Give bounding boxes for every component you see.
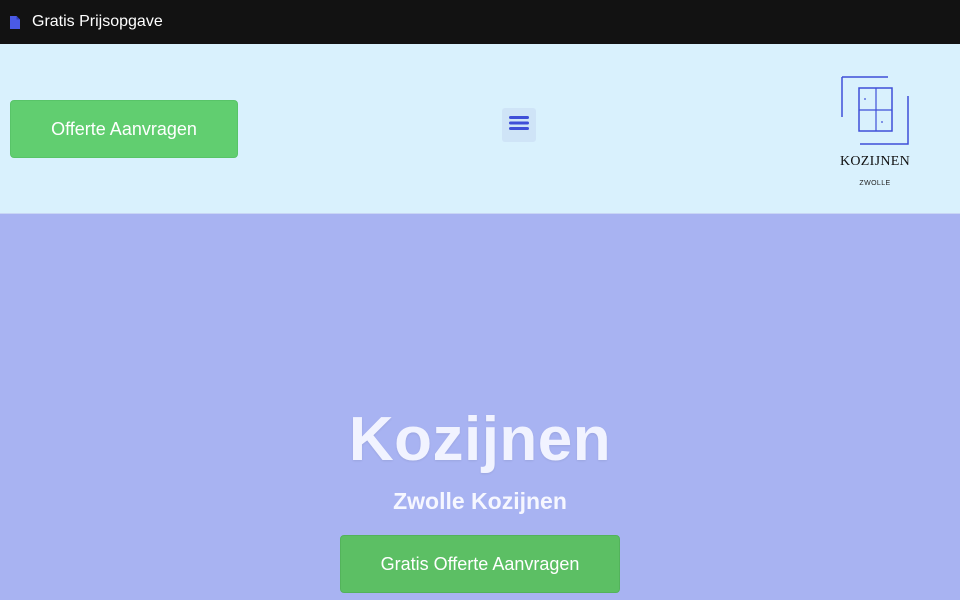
site-header: Offerte Aanvragen KOZIJNEN ZWOLLE [0,44,960,214]
window-frame-logo-icon [841,76,909,145]
document-icon [10,15,20,29]
window-title-bar: Gratis Prijsopgave [0,0,960,44]
logo-brand-name: KOZIJNEN [839,154,911,169]
menu-toggle-button[interactable] [502,108,536,142]
hero-title: Kozijnen [348,405,612,474]
site-logo[interactable]: KOZIJNEN ZWOLLE [832,74,922,194]
free-quote-button[interactable]: Gratis Offerte Aanvragen [340,535,620,593]
hamburger-menu-icon [509,115,529,135]
hero-subtitle: Zwolle Kozijnen [393,488,567,514]
request-quote-button[interactable]: Offerte Aanvragen [10,100,238,158]
hero-section: Kozijnen Zwolle Kozijnen Gratis Offerte … [0,214,960,600]
logo-subtitle: ZWOLLE [859,180,891,187]
window-title: Gratis Prijsopgave [32,13,163,30]
